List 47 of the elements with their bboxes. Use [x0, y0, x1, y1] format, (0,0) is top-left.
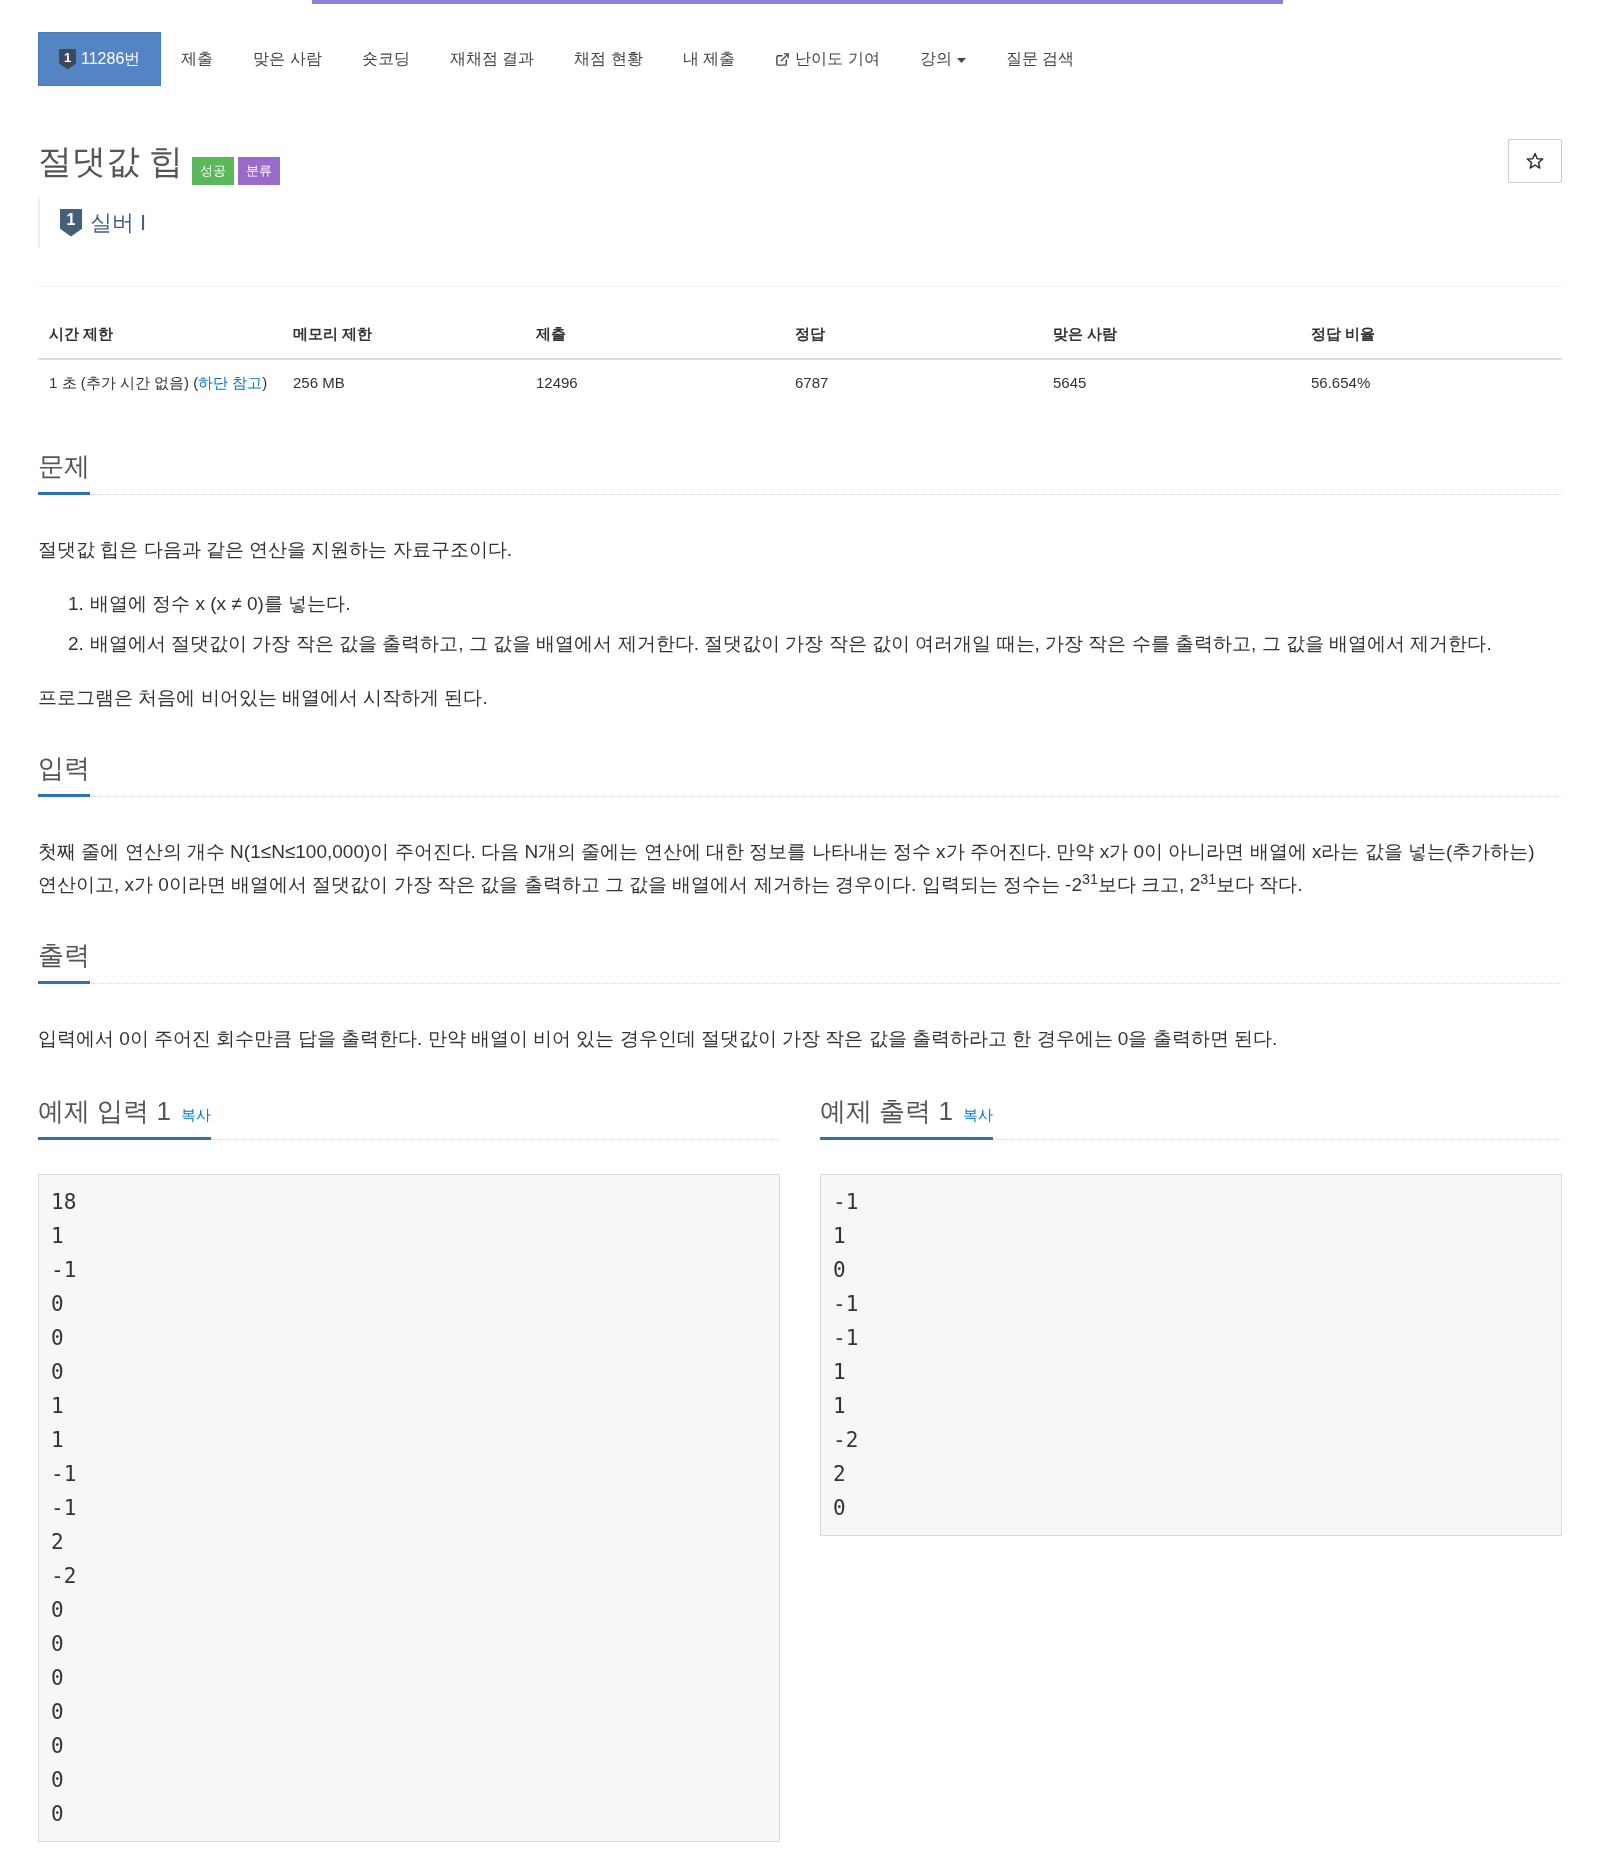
nav-tab[interactable]: 맞은 사람 — [233, 32, 342, 86]
column-header: 시간 제한 — [48, 324, 115, 344]
section-heading: 입력 — [38, 750, 90, 797]
nav-tab[interactable]: 채점 현황 — [554, 32, 663, 86]
paragraph: 절댓값 힙은 다음과 같은 연산을 지원하는 자료구조이다. — [38, 538, 513, 562]
tier-label[interactable]: 실버 I — [90, 206, 147, 239]
sample-data: -1 1 0 -1 -1 1 1 -2 2 0 — [820, 1174, 1562, 1536]
nav-tab[interactable]: 숏코딩 — [341, 32, 430, 86]
copy-link[interactable]: 복사 — [962, 1104, 993, 1127]
column-header: 맞은 사람 — [1052, 324, 1119, 344]
star-icon — [1526, 152, 1544, 170]
status-label[interactable]: 분류 — [238, 157, 281, 185]
favorite-button[interactable] — [1508, 139, 1562, 183]
nav-tab[interactable]: 내 제출 — [662, 32, 756, 86]
paragraph: 입력에서 0이 주어진 회수만큼 답을 출력한다. 만약 배열이 비어 있는 경우인데 절댓값이 가장 작은 값을 출력하라고 한 경우에는 0을 출력하면 된다. — [38, 1027, 1279, 1051]
table-cell-text: 1 초 (추가 시간 없음) (하단 참고) — [48, 373, 269, 393]
tier-badge: 1 — [60, 208, 82, 237]
table-cell-text: 6787 — [794, 373, 830, 393]
paragraph: 첫째 줄에 연산의 개수 N(1≤N≤100,000)이 주어진다. 다음 N개의 줄에는 연산에 대한 정보를 나타내는 정수 x가 주어진다. 만약 x가 0이 아니라면 배열에 x라는 값을 넣는(추가하는) 연산이고, x가 0이라면 배열에서 절댓값이 가장 작은 값을 출력하고 그 값을 배열에서 제거하는 경우이다. 입력되는 정수는 -2$^{31}$보다 크고, 2$^{31}$보다 작다. — [38, 840, 1536, 897]
problem-title: 절댓값 힙 — [38, 141, 184, 182]
nav-tab[interactable]: 1 11286번 — [38, 32, 162, 86]
copy-link[interactable]: 복사 — [180, 1104, 211, 1127]
column-header: 메모리 제한 — [292, 324, 374, 344]
column-header: 정답 — [794, 324, 826, 344]
sample-data: 18 1 -1 0 0 0 1 1 -1 -1 2 -2 0 0 0 0 0 0 0 — [38, 1174, 780, 1842]
nav-tab[interactable]: 강의 — [899, 32, 986, 86]
list-item: 2. 배열에서 절댓값이 가장 작은 값을 출력하고, 그 값을 배열에서 제거한다. 절댓값이 가장 작은 값이 여러개일 때는, 가장 작은 수를 출력하고, 그 값을 배열에서 제거한다. — [68, 632, 1493, 656]
tier-badge: 1 — [59, 48, 76, 70]
table-cell-text: 256 MB — [292, 373, 346, 393]
section-heading: 문제 — [38, 448, 90, 495]
column-header: 제출 — [535, 324, 567, 344]
table-cell-text: 5645 — [1052, 373, 1088, 393]
list-item: 1. 배열에 정수 x (x ≠ 0)를 넣는다. — [68, 592, 352, 616]
reference-link[interactable]: 하단 참고 — [198, 374, 263, 391]
sample-title: 예제 출력 1 — [820, 1095, 953, 1128]
nav-tab[interactable]: 재채점 결과 — [429, 32, 555, 86]
table-cell-text: 56.654% — [1310, 373, 1372, 393]
section-heading: 출력 — [38, 937, 90, 984]
table-cell-text: 12496 — [535, 373, 579, 393]
sample-title: 예제 입력 1 — [38, 1095, 171, 1128]
paragraph: 프로그램은 처음에 비어있는 배열에서 시작하게 된다. — [38, 686, 489, 710]
nav-tab[interactable]: 제출 — [161, 32, 234, 86]
caret-icon — [956, 57, 966, 63]
nav-tab[interactable]: 난이도 기여 — [755, 32, 900, 86]
nav-tab[interactable]: 질문 검색 — [985, 32, 1095, 86]
external-link-icon — [775, 51, 791, 67]
column-header: 정답 비율 — [1310, 324, 1377, 344]
